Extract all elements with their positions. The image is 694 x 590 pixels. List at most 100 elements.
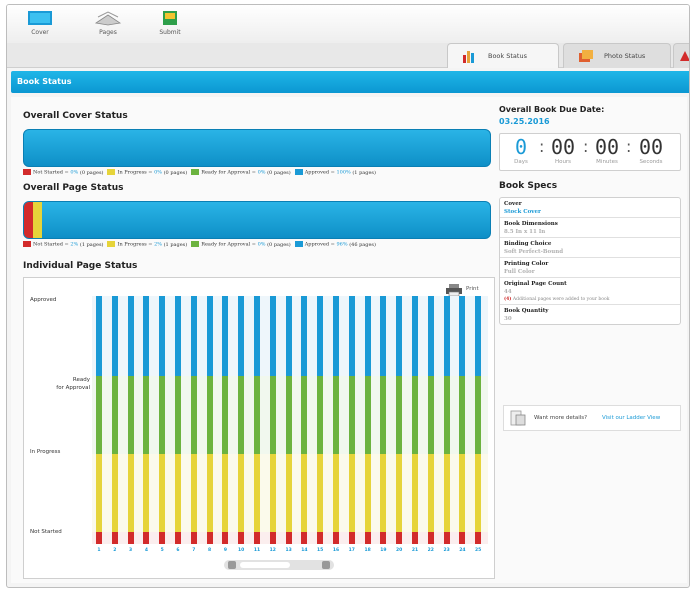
page-number[interactable]: 5 xyxy=(156,548,168,553)
legend-swatch xyxy=(294,169,303,175)
page-title: Book Status xyxy=(11,71,689,93)
added-pages-count: (4) xyxy=(504,297,512,302)
in-progress-segment xyxy=(427,454,434,532)
in-progress-segment xyxy=(127,454,134,532)
page-number[interactable]: 12 xyxy=(267,548,279,553)
spec-cover-value[interactable]: Stock Cover xyxy=(504,209,676,215)
days-label: Days xyxy=(514,159,528,165)
approved-segment xyxy=(301,296,308,376)
not-started-segment xyxy=(238,532,245,544)
page-number[interactable]: 10 xyxy=(235,548,247,553)
in-progress-segment xyxy=(285,454,292,532)
tab-overflow[interactable] xyxy=(673,43,689,68)
scroll-left-icon[interactable] xyxy=(228,561,236,569)
in-progress-segment xyxy=(269,454,276,532)
page-number[interactable]: 2 xyxy=(109,548,121,553)
nav-cover-button[interactable]: Cover xyxy=(17,9,63,36)
tab-book-status[interactable]: Book Status xyxy=(447,43,559,68)
legend-pages: (0 pages) xyxy=(267,169,291,176)
spec-binding: Binding Choice Soft Perfect-Bound xyxy=(500,238,680,258)
in-progress-segment xyxy=(380,454,387,532)
ladder-view-icon xyxy=(510,410,526,426)
chart-scrollbar[interactable] xyxy=(224,560,334,570)
approved-segment xyxy=(190,296,197,376)
spec-page-count-note: (4) Additional pages were added to your … xyxy=(504,297,676,302)
page-number[interactable]: 22 xyxy=(425,548,437,553)
cover-status-legend: Not Started = 0% (0 pages) In Progress = … xyxy=(23,169,380,176)
ladder-view-link[interactable]: Visit our Ladder View xyxy=(602,406,660,430)
legend-label: Ready for Approval xyxy=(201,169,251,176)
spec-printing-label: Printing Color xyxy=(504,261,549,267)
page-number[interactable]: 21 xyxy=(409,548,421,553)
tab-photo-status[interactable]: Photo Status xyxy=(563,43,671,68)
page-number[interactable]: 25 xyxy=(472,548,484,553)
page-number[interactable]: 19 xyxy=(377,548,389,553)
spec-page-count: Original Page Count 44 (4) Additional pa… xyxy=(500,278,680,305)
legend-percent: 0% xyxy=(70,169,79,176)
page-number[interactable]: 23 xyxy=(441,548,453,553)
spec-dimensions-value: 8.5 In x 11 In xyxy=(504,229,546,235)
countdown-timer: 0 Days : 00 Hours : 00 Minutes : 00 Seco… xyxy=(499,133,681,171)
print-label[interactable]: Print xyxy=(466,286,479,292)
page-number[interactable]: 13 xyxy=(283,548,295,553)
ready-segment xyxy=(238,376,245,454)
nav-submit-button[interactable]: Submit xyxy=(147,9,193,36)
ready-segment xyxy=(206,376,213,454)
nav-pages-button[interactable]: Pages xyxy=(85,9,131,36)
in-progress-segment xyxy=(190,454,197,532)
page-number[interactable]: 24 xyxy=(456,548,468,553)
not-started-segment xyxy=(443,532,450,544)
page-number[interactable]: 18 xyxy=(362,548,374,553)
page-number[interactable]: 16 xyxy=(330,548,342,553)
page-number[interactable]: 17 xyxy=(346,548,358,553)
page-number[interactable]: 3 xyxy=(125,548,137,553)
approved-segment xyxy=(159,296,166,376)
spec-printing-value: Full Color xyxy=(504,269,535,275)
approved-segment xyxy=(222,296,229,376)
ready-segment xyxy=(175,376,181,454)
scroll-thumb[interactable] xyxy=(240,562,290,568)
legend-pages: (46 pages) xyxy=(349,241,376,248)
approved-segment xyxy=(254,296,260,376)
ready-segment xyxy=(143,376,150,454)
spec-cover-label: Cover xyxy=(504,201,522,207)
not-started-segment xyxy=(317,532,324,544)
added-pages-text: Additional pages were added to your book xyxy=(512,297,610,302)
page-number[interactable]: 8 xyxy=(204,548,216,553)
page-number[interactable]: 11 xyxy=(251,548,263,553)
ready-segment xyxy=(269,376,276,454)
page-number[interactable]: 1 xyxy=(93,548,105,553)
not-started-segment xyxy=(269,532,276,544)
legend-swatch xyxy=(191,241,200,247)
scroll-right-icon[interactable] xyxy=(322,561,330,569)
page-status-title: Overall Page Status xyxy=(23,183,124,193)
in-progress-segment xyxy=(396,454,403,532)
page-status-legend: Not Started = 2% (1 pages) In Progress = … xyxy=(23,241,380,248)
hours-label: Hours xyxy=(554,159,572,165)
page-number[interactable]: 6 xyxy=(172,548,184,553)
not-started-segment xyxy=(206,532,213,544)
page-number[interactable]: 4 xyxy=(140,548,152,553)
book-cover-icon xyxy=(28,11,52,25)
ready-segment xyxy=(222,376,229,454)
legend-percent: 96% xyxy=(336,241,348,248)
page-number[interactable]: 9 xyxy=(219,548,231,553)
nav-cover-label: Cover xyxy=(31,29,49,36)
page-number[interactable]: 7 xyxy=(188,548,200,553)
spec-page-count-label: Original Page Count xyxy=(504,281,567,287)
in-progress-segment xyxy=(475,454,482,532)
ready-segment xyxy=(396,376,403,454)
page-number[interactable]: 20 xyxy=(393,548,405,553)
page-number[interactable]: 14 xyxy=(298,548,310,553)
printer-icon[interactable] xyxy=(446,284,462,296)
legend-pages: (1 pages) xyxy=(163,241,188,248)
app-window: Cover Pages Submit Book Status Photo Sta… xyxy=(6,4,690,588)
approved-segment xyxy=(175,296,181,376)
y-label-approved: Approved xyxy=(30,297,57,303)
y-label-not-started: Not Started xyxy=(30,529,62,535)
page-number[interactable]: 15 xyxy=(314,548,326,553)
approved-segment xyxy=(427,296,434,376)
nav-submit-label: Submit xyxy=(159,29,181,36)
ladder-text: Want more details? xyxy=(534,415,588,421)
approved-segment xyxy=(206,296,213,376)
